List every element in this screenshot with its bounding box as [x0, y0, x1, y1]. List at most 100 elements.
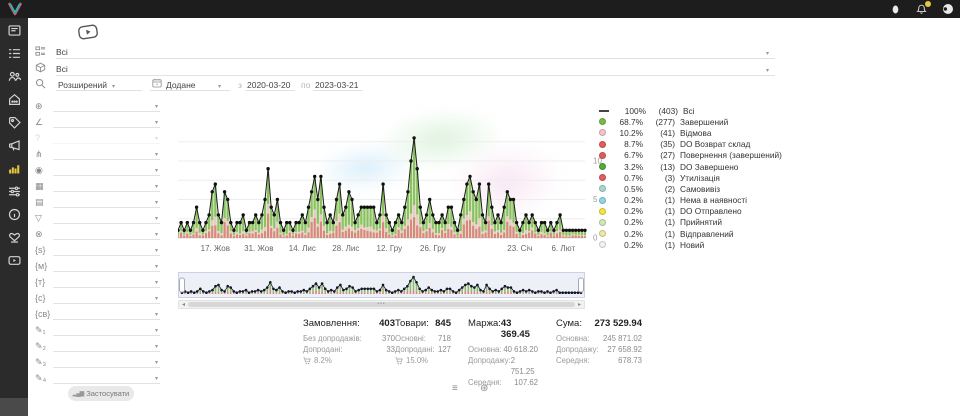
help-select[interactable]: ▾ — [53, 130, 160, 144]
sidebar-item-statistics[interactable] — [7, 162, 21, 174]
list-view-icon[interactable]: ≡ — [452, 383, 458, 394]
upsell-percent: 8.2% — [314, 355, 332, 366]
filter-row: ✎₄▾ — [28, 368, 168, 384]
legend-item[interactable]: 3.2%(13)DO Завершено — [599, 161, 782, 172]
globe-grid-select[interactable]: ▾ — [53, 226, 160, 240]
token-s-select[interactable]: ▾ — [53, 242, 160, 256]
legend-item[interactable]: 0.2%(1)Прийнятий — [599, 217, 782, 228]
avatar[interactable] — [941, 3, 954, 16]
custom-field-3-select[interactable]: ▾ — [53, 354, 160, 368]
custom-field-1-select[interactable]: ▾ — [53, 322, 160, 336]
svg-text:12. Гру: 12. Гру — [377, 244, 403, 253]
sidebar-item-store[interactable] — [7, 93, 21, 105]
token-c-select[interactable]: ▾ — [53, 290, 160, 304]
package-select[interactable]: ▾ — [53, 178, 160, 192]
token-t-select[interactable]: ▾ — [53, 274, 160, 288]
sidebar-item-leads[interactable] — [7, 116, 21, 128]
date-field-select[interactable]: Додане — [166, 80, 196, 90]
legend-label: Нема в наявності — [680, 195, 747, 205]
legend-item[interactable]: 0.5%(2)Самовивіз — [599, 183, 782, 194]
legend-item[interactable]: 0.2%(1)Новий — [599, 239, 782, 250]
chevron-down-icon: ▾ — [155, 151, 158, 158]
sidebar-item-tutorials[interactable] — [7, 254, 21, 266]
legend-label: DO Отправлено — [680, 206, 742, 216]
legend-item[interactable]: 100%(403)Всі — [599, 105, 782, 116]
date-to-input[interactable]: 2023-03-21 — [315, 80, 358, 90]
date-from-input[interactable]: 2020-03-20 — [247, 80, 290, 90]
legend-item[interactable]: 0.7%(3)Утилізація — [599, 172, 782, 183]
apply-button[interactable]: ▂▄▆ Застосувати — [68, 386, 134, 401]
legend-dot-swatch — [599, 208, 606, 215]
store-icon — [8, 93, 21, 106]
chart-scrollbar[interactable]: ◂ ••• ▸ — [178, 300, 585, 309]
scroll-right-icon[interactable]: ▸ — [575, 301, 584, 308]
legend-dot-swatch — [599, 118, 606, 125]
app-logo[interactable] — [7, 1, 23, 17]
hierarchy-select[interactable]: ▾ — [53, 146, 160, 160]
money-select[interactable]: ▾ — [53, 194, 160, 208]
heart-hands-icon — [8, 231, 21, 244]
video-tutorial-icon[interactable] — [77, 24, 99, 41]
sidebar-item-info[interactable] — [7, 208, 21, 220]
legend-item[interactable]: 0.2%(1)Відправлений — [599, 228, 782, 239]
legend-percent: 0.5% — [611, 184, 643, 194]
sidebar-item-clients[interactable] — [7, 70, 21, 82]
filter-row: ⋔▾ — [28, 144, 168, 160]
ruler-select[interactable]: ▾ — [53, 114, 160, 128]
legend-percent: 0.2% — [611, 195, 643, 205]
product-select-value[interactable]: Всі — [56, 64, 68, 74]
chevron-down-icon: ▾ — [155, 135, 158, 142]
legend-dot-swatch — [599, 185, 606, 192]
stat-sub-value: 245 871.02 — [603, 333, 642, 344]
category-select-value[interactable]: Всі — [56, 47, 68, 57]
chevron-down-icon: ▾ — [155, 215, 158, 222]
token-m-select[interactable]: ▾ — [53, 258, 160, 272]
notifications-bell-icon[interactable] — [915, 3, 928, 16]
export-package-icon[interactable]: ⊛ — [480, 383, 488, 394]
fingerprint-select[interactable]: ▾ — [53, 162, 160, 176]
funnel-select[interactable]: ▾ — [53, 210, 160, 224]
custom-field-2-select[interactable]: ▾ — [53, 338, 160, 352]
legend-item[interactable]: 8.7%(35)DO Возврат склад — [599, 139, 782, 150]
legend-percent: 8.7% — [611, 139, 643, 149]
sidebar-item-dashboard[interactable] — [7, 24, 21, 36]
ruler-icon: ∠ — [35, 116, 53, 128]
product-select[interactable] — [56, 61, 775, 76]
chart-range-navigator[interactable] — [178, 272, 588, 299]
orders-timeline-chart[interactable]: 051017. Жов31. Жов14. Лис28. Лис12. Гру2… — [178, 98, 610, 256]
legend-count: (41) — [643, 128, 675, 138]
legend-label: Утилізація — [680, 173, 720, 183]
category-select[interactable] — [56, 44, 775, 59]
token-cb-select[interactable]: ▾ — [53, 306, 160, 320]
legend-percent: 0.2% — [611, 206, 643, 216]
user-icon[interactable] — [889, 3, 902, 16]
sidebar-item-orders[interactable] — [7, 47, 21, 59]
cart-icon — [303, 357, 311, 365]
custom-field-4-select[interactable]: ▾ — [53, 370, 160, 384]
filter-row: {м}▾ — [28, 256, 168, 272]
legend-item[interactable]: 0.2%(1)Нема в наявності — [599, 195, 782, 206]
globe-select[interactable]: ▾ — [53, 98, 160, 112]
stat-value: 273 529.94 — [594, 318, 642, 329]
stat-sub-label: Допродажу: — [468, 355, 511, 377]
sidebar-item-support[interactable] — [7, 231, 21, 243]
navigator-handle-left[interactable] — [180, 278, 185, 292]
sidebar-item-marketing[interactable] — [7, 139, 21, 151]
search-mode-select[interactable]: Розширений — [58, 80, 107, 90]
filter-row: ✎₁▾ — [28, 320, 168, 336]
scrollbar-thumb[interactable]: ••• — [188, 302, 575, 307]
custom-field-1-icon: ✎₁ — [35, 324, 53, 336]
navigator-handle-right[interactable] — [579, 278, 584, 292]
stat-value: 403 — [379, 318, 395, 329]
sidebar-item-integrations[interactable] — [7, 185, 21, 197]
clients-icon — [8, 70, 21, 83]
legend-item[interactable]: 10.2%(41)Відмова — [599, 127, 782, 138]
token-m-icon: {м} — [35, 260, 53, 272]
scroll-left-icon[interactable]: ◂ — [179, 301, 188, 308]
token-c-icon: {с} — [35, 292, 53, 304]
legend-label: Новий — [680, 240, 704, 250]
legend-item[interactable]: 68.7%(277)Завершений — [599, 116, 782, 127]
legend-item[interactable]: 6.7%(27)Повернення (завершений) — [599, 150, 782, 161]
calendar-icon — [152, 78, 162, 88]
legend-item[interactable]: 0.2%(1)DO Отправлено — [599, 206, 782, 217]
